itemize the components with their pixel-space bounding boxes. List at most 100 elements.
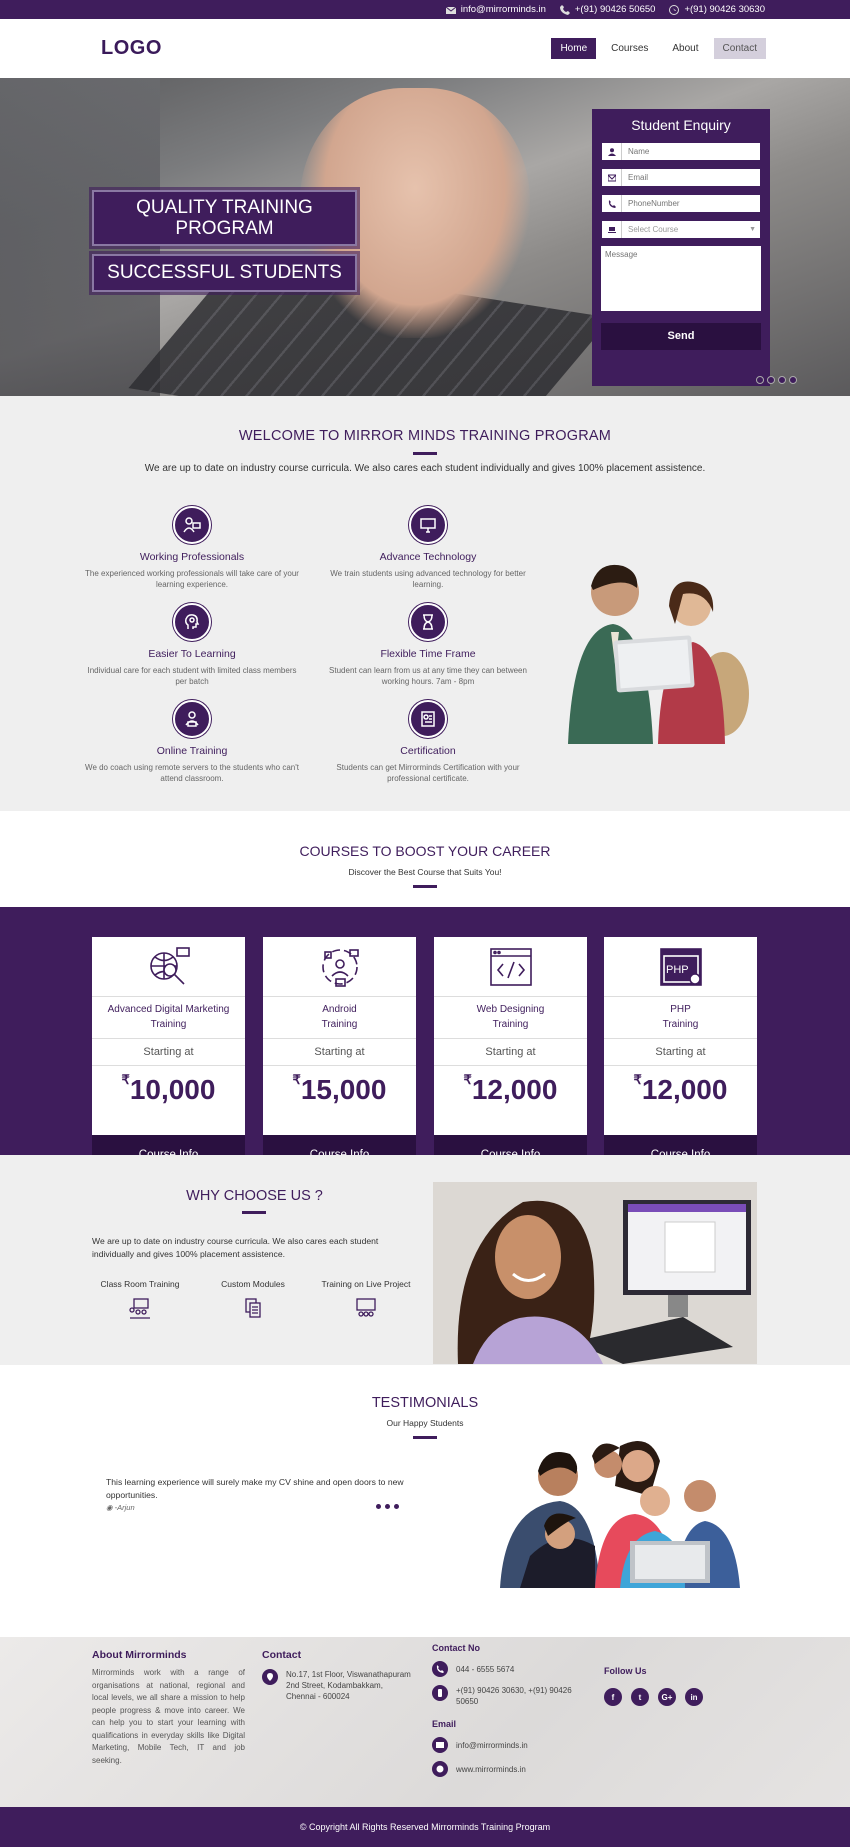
course-price: ₹12,000 [604,1066,757,1114]
footer-about-text: Mirrorminds work with a range of organis… [92,1668,245,1765]
slider-dot[interactable] [778,376,786,384]
phone-input[interactable] [622,195,760,212]
presentation-icon [356,1298,376,1317]
enquiry-title: Student Enquiry [631,117,731,133]
course-card-web-designing: Web Designing Training Starting at ₹12,00… [434,937,587,1175]
course-name: PHP Training [604,997,757,1039]
option-label: Class Room Training [100,1279,180,1289]
title-underline [413,885,437,888]
footer-about-title: About Mirrorminds [92,1649,187,1661]
top-bar: info@mirrorminds.in +(91) 90426 50650 +(… [0,0,850,19]
course-name-line2: Training [150,1019,187,1030]
price-value: 10,000 [129,1074,216,1105]
footer-follow: Follow Us f t G+ in [604,1666,703,1706]
head-brain-icon [173,603,211,641]
why-title: WHY CHOOSE US ? [186,1188,323,1204]
option-label: Training on Live Project [321,1279,411,1289]
course-name-line1: Web Designing [476,1004,545,1015]
google-plus-icon[interactable]: G+ [658,1688,676,1706]
email-input[interactable] [622,169,760,186]
website-item[interactable]: www.mirrorminds.in [432,1761,582,1777]
testimonial-dots [376,1504,399,1509]
footer-contact-title: Contact [262,1649,302,1661]
mobile-icon [432,1685,448,1701]
starting-at-label: Starting at [604,1039,757,1066]
name-input[interactable] [622,143,760,160]
globe-icon [432,1761,448,1777]
feature-advance-technology: Advance Technology We train students usi… [318,506,538,590]
testimonial-author: ◉ -Arjun [106,1503,135,1512]
address-text: No.17, 1st Floor, Viswanathapuram 2nd St… [286,1670,411,1701]
slider-dots [756,376,797,384]
top-whatsapp[interactable]: +(91) 90426 30630 [669,4,765,15]
price-value: 15,000 [300,1074,387,1105]
linkedin-icon[interactable]: in [685,1688,703,1706]
student-enquiry-form: Student Enquiry Select Course ▼ Send [592,109,770,386]
slider-dot[interactable] [789,376,797,384]
feature-text: We train students using advanced technol… [330,569,526,589]
feature-text: We do coach using remote servers to the … [85,763,299,783]
nav-home[interactable]: Home [551,38,597,59]
starting-at-label: Starting at [92,1039,245,1066]
feature-online-training: Online Training We do coach using remote… [82,700,302,784]
feature-title: Online Training [156,745,228,757]
web-design-icon [434,937,587,997]
course-field: Select Course ▼ [601,220,761,239]
course-price: ₹15,000 [263,1066,416,1114]
course-select[interactable]: Select Course ▼ [622,221,760,238]
mobile-item[interactable]: +(91) 90426 30630, +(91) 90426 50650 [432,1685,582,1707]
envelope-icon [432,1737,448,1753]
landline-item[interactable]: 044 - 6555 5674 [432,1661,582,1677]
twitter-icon[interactable]: t [631,1688,649,1706]
feature-working-professionals: Working Professionals The experienced wo… [82,506,302,590]
feature-title: Flexible Time Frame [380,648,476,660]
testimonial-dot[interactable] [385,1504,390,1509]
globe-icon: ◉ [106,1503,113,1512]
landline-text: 044 - 6555 5674 [456,1665,515,1674]
facebook-icon[interactable]: f [604,1688,622,1706]
slider-dot[interactable] [767,376,775,384]
email-field [601,168,761,187]
nav-courses[interactable]: Courses [602,38,657,59]
feature-certification: Certification Students can get Mirrormin… [318,700,538,784]
courses-header: COURSES TO BOOST YOUR CAREER Discover th… [0,811,850,907]
top-phone[interactable]: +(91) 90426 50650 [559,4,655,15]
courses-subtitle: Discover the Best Course that Suits You! [348,867,502,877]
testimonial-quote: This learning experience will surely mak… [106,1477,404,1500]
send-button[interactable]: Send [601,323,761,350]
hero-banner-students: SUCCESSFUL STUDENTS [92,254,357,292]
site-logo[interactable]: LOGO [101,37,162,60]
rupee-symbol: ₹ [463,1072,472,1087]
top-email[interactable]: info@mirrorminds.in [445,4,546,15]
feature-easier-learning: Easier To Learning Individual care for e… [82,603,302,687]
footer-follow-title: Follow Us [604,1666,647,1676]
courses-grid: Advanced Digital Marketing Training Start… [0,907,850,1175]
why-choose-section: WHY CHOOSE US ? We are up to date on ind… [0,1155,850,1365]
feature-text: Student can learn from us at any time th… [329,666,527,686]
course-price: ₹12,000 [434,1066,587,1114]
android-icon [263,937,416,997]
copyright-bar: © Copyright All Rights Reserved Mirrormi… [0,1807,850,1847]
nav-about[interactable]: About [663,38,707,59]
slider-dot[interactable] [756,376,764,384]
svg-text:PHP: PHP [666,964,689,976]
hero-banner-quality: QUALITY TRAINING PROGRAM [92,190,357,246]
testimonial-dot[interactable] [394,1504,399,1509]
option-label: Custom Modules [221,1279,285,1289]
email-item[interactable]: info@mirrorminds.in [432,1737,582,1753]
footer-email-title: Email [432,1719,457,1729]
testimonial-dot[interactable] [376,1504,381,1509]
top-whatsapp-text: +(91) 90426 30630 [684,4,765,15]
course-name: Advanced Digital Marketing Training [92,997,245,1039]
welcome-title: WELCOME TO MIRROR MINDS TRAINING PROGRAM [238,428,612,444]
php-icon: PHP [604,937,757,997]
nav-contact[interactable]: Contact [713,38,766,59]
social-links: f t G+ in [604,1688,703,1706]
message-textarea[interactable] [601,246,761,311]
option-custom-modules: Custom Modules [203,1279,303,1321]
mobile-text: +(91) 90426 30630, +(91) 90426 50650 [456,1686,572,1706]
laptop-icon [602,221,622,238]
hero-slider: QUALITY TRAINING PROGRAM SUCCESSFUL STUD… [0,78,850,396]
welcome-subtitle: We are up to date on industry course cur… [144,463,706,474]
website-text: www.mirrorminds.in [456,1765,526,1774]
